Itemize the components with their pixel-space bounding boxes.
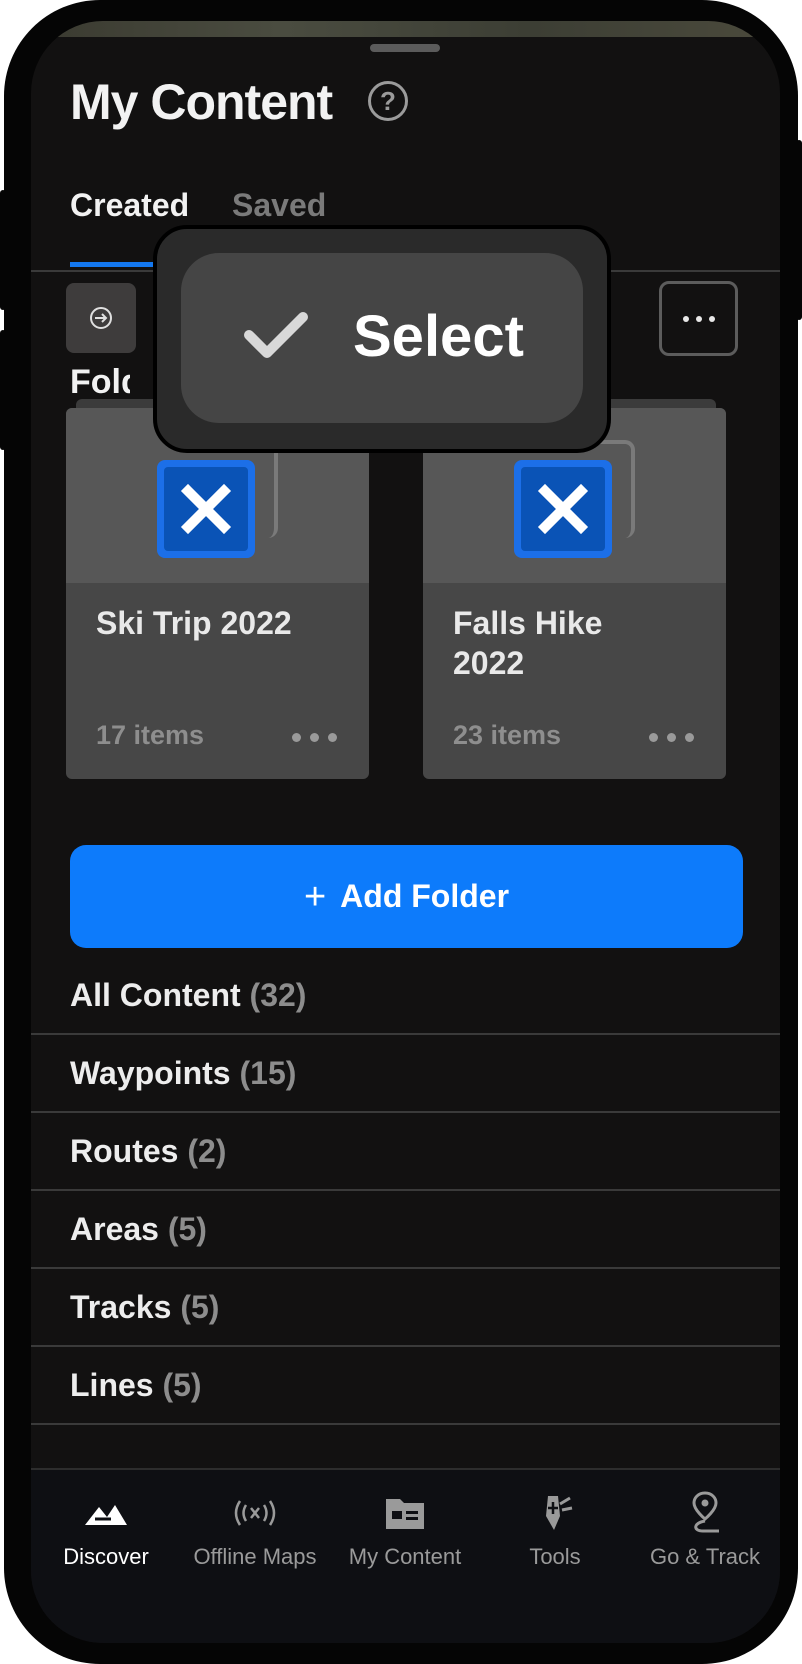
import-button[interactable] [66,283,136,353]
category-label: Routes [70,1133,179,1169]
go-track-icon [692,1491,719,1533]
nav-discover[interactable]: Discover [31,1490,181,1570]
category-count: (5) [180,1289,220,1325]
sheet-grabber[interactable] [370,44,440,52]
category-count: (5) [167,1211,207,1247]
close-x-icon [537,483,589,535]
nav-my-content[interactable]: My Content [330,1490,480,1570]
select-label: Select [353,304,524,369]
select-button[interactable]: Select [181,253,583,423]
category-count: (32) [249,977,307,1013]
category-row-lines[interactable]: Lines (5) [31,1347,780,1425]
page-title: My Content [70,74,333,130]
category-label: All Content [70,977,241,1013]
import-arrow-icon [90,307,112,329]
help-icon[interactable]: ? [368,81,408,121]
category-row-tracks[interactable]: Tracks (5) [31,1269,780,1347]
category-row-waypoints[interactable]: Waypoints (15) [31,1035,780,1113]
bottom-nav: Discover Offline Maps My Content Tools G… [31,1468,780,1643]
nav-label: Go & Track [649,1544,761,1569]
more-options-icon [682,315,689,322]
offline-maps-icon [234,1500,276,1526]
folder-item-count: 23 items [453,720,562,750]
folder-name: Falls Hike 2022 [453,605,603,681]
nav-offline-maps[interactable]: Offline Maps [180,1490,330,1570]
nav-label: Tools [529,1544,581,1569]
checkmark-icon [244,312,308,358]
folder-card[interactable]: Ski Trip 2022 17 items [66,408,369,779]
nav-label: Offline Maps [193,1544,317,1569]
category-count: (5) [162,1367,202,1403]
nav-label: Discover [63,1544,149,1569]
folder-card[interactable]: Falls Hike 2022 23 items [423,408,726,779]
category-row-routes[interactable]: Routes (2) [31,1113,780,1191]
tab-created[interactable]: Created [70,187,189,224]
folder-thumbnail-icon [157,460,255,558]
category-label: Lines [70,1367,154,1403]
screen: My Content ? Created Saved Folders [31,21,780,1643]
phone-frame: My Content ? Created Saved Folders [4,0,798,1664]
map-background-strip [31,21,780,37]
folder-more-icon[interactable] [649,733,694,742]
category-row-all-content[interactable]: All Content (32) [31,957,780,1035]
folder-name: Ski Trip 2022 [96,605,292,641]
nav-go-track[interactable]: Go & Track [630,1490,780,1570]
category-label: Areas [70,1211,159,1247]
category-count: (15) [239,1055,297,1091]
select-popup: Select [153,225,611,453]
nav-tools[interactable]: Tools [480,1490,630,1570]
tools-icon [546,1496,573,1530]
folder-item-count: 17 items [96,720,205,750]
add-folder-label: Add Folder [340,878,510,914]
folders-heading: Folders [70,363,130,401]
discover-icon [85,1505,127,1525]
add-folder-button[interactable]: + Add Folder [70,845,743,948]
nav-label: My Content [348,1544,462,1569]
category-count: (2) [187,1133,227,1169]
plus-icon: + [303,875,327,918]
category-label: Waypoints [70,1055,231,1091]
folder-more-icon[interactable] [292,733,337,742]
my-content-icon [386,1499,424,1529]
category-row-areas[interactable]: Areas (5) [31,1191,780,1269]
category-label: Tracks [70,1289,172,1325]
folder-thumbnail-icon [514,460,612,558]
tab-saved[interactable]: Saved [232,187,326,224]
more-options-button[interactable] [659,281,738,356]
close-x-icon [180,483,232,535]
